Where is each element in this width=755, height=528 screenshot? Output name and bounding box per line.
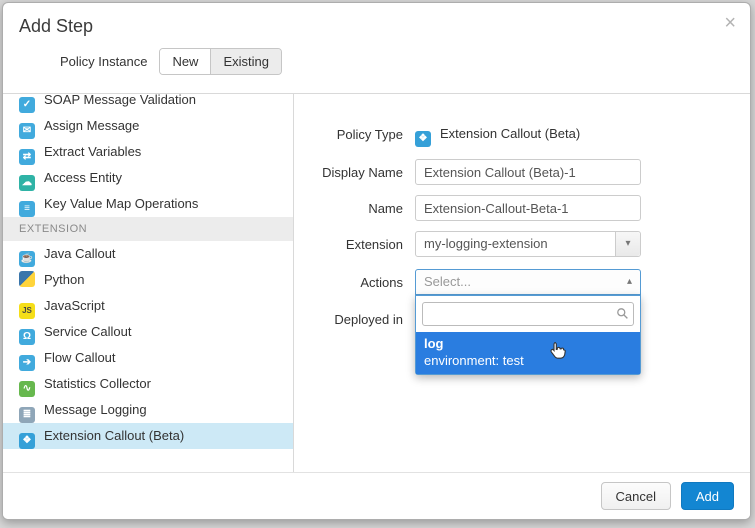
extension-row: Extension my-logging-extension ▾	[294, 231, 750, 257]
sidebar-item-label: JavaScript	[44, 298, 105, 313]
policy-instance-new-button[interactable]: New	[160, 49, 210, 74]
statistics-collector-icon: ∿	[19, 381, 35, 397]
actions-row: Actions Select... ▴	[294, 269, 750, 295]
sidebar-item-message-logging[interactable]: ≣ Message Logging	[3, 397, 293, 423]
policy-instance-row: Policy Instance New Existing	[3, 43, 750, 79]
sidebar-item-label: SOAP Message Validation	[44, 94, 196, 107]
sidebar-item-python[interactable]: Python	[3, 267, 293, 293]
policy-type-row: Policy Type ❖ Extension Callout (Beta)	[294, 121, 750, 147]
policy-type-text: Extension Callout (Beta)	[440, 126, 580, 141]
python-icon	[19, 271, 35, 287]
option-name: log	[424, 335, 632, 352]
sidebar-item-label: Python	[44, 272, 84, 287]
key-value-map-icon: ≡	[19, 201, 35, 217]
actions-dropdown-panel: log environment: test	[415, 295, 641, 375]
sidebar-item-label: Statistics Collector	[44, 376, 151, 391]
sidebar-item-extension-callout-beta[interactable]: ❖ Extension Callout (Beta)	[3, 423, 293, 449]
sidebar-item-service-callout[interactable]: Ω Service Callout	[3, 319, 293, 345]
cancel-button[interactable]: Cancel	[601, 482, 671, 510]
actions-select[interactable]: Select... ▴	[415, 269, 641, 295]
deployed-in-label: Deployed in	[294, 312, 403, 327]
extract-variables-icon: ⇄	[19, 149, 35, 165]
access-entity-icon: ☁	[19, 175, 35, 191]
actions-label: Actions	[294, 275, 403, 290]
display-name-input[interactable]	[415, 159, 641, 185]
javascript-icon: JS	[19, 303, 35, 319]
name-row: Name	[294, 195, 750, 221]
modal-header: Add Step ×	[3, 3, 750, 43]
chevron-up-icon: ▴	[627, 270, 632, 294]
sidebar-item-label: Extract Variables	[44, 144, 141, 159]
display-name-row: Display Name	[294, 159, 750, 185]
sidebar-item-statistics-collector[interactable]: ∿ Statistics Collector	[3, 371, 293, 397]
sidebar-item-java-callout[interactable]: ☕ Java Callout	[3, 241, 293, 267]
sidebar-item-extract-variables[interactable]: ⇄ Extract Variables	[3, 139, 293, 165]
name-label: Name	[294, 201, 403, 216]
sidebar-item-label: Flow Callout	[44, 350, 116, 365]
chevron-down-icon: ▾	[615, 232, 640, 256]
modal-content: ✓ SOAP Message Validation ✉ Assign Message…	[3, 93, 750, 473]
policy-form: Policy Type ❖ Extension Callout (Beta) Di…	[294, 94, 750, 473]
sidebar-item-label: Access Entity	[44, 170, 122, 185]
policy-type-icon: ❖	[415, 131, 431, 147]
actions-option-log[interactable]: log environment: test	[416, 332, 640, 374]
add-step-modal: Add Step × Policy Instance New Existing …	[2, 2, 751, 520]
policy-type-label: Policy Type	[294, 127, 403, 142]
sidebar-item-key-value-map-operations[interactable]: ≡ Key Value Map Operations	[3, 191, 293, 217]
service-callout-icon: Ω	[19, 329, 35, 345]
modal-footer: Cancel Add	[3, 472, 750, 519]
display-name-label: Display Name	[294, 165, 403, 180]
message-logging-icon: ≣	[19, 407, 35, 423]
sidebar-item-label: Service Callout	[44, 324, 131, 339]
option-detail: environment: test	[424, 352, 632, 369]
policy-instance-toggle: New Existing	[159, 48, 282, 75]
extension-select-value: my-logging-extension	[416, 232, 640, 256]
actions-select-placeholder: Select...	[416, 270, 640, 294]
sidebar-item-soap-message-validation[interactable]: ✓ SOAP Message Validation	[3, 94, 293, 113]
sidebar-item-label: Assign Message	[44, 118, 139, 133]
modal-title: Add Step	[19, 16, 734, 37]
sidebar-item-label: Java Callout	[44, 246, 116, 261]
dropdown-search-input[interactable]	[422, 302, 634, 326]
extension-section-header: EXTENSION	[3, 217, 293, 241]
sidebar-item-assign-message[interactable]: ✉ Assign Message	[3, 113, 293, 139]
soap-validation-icon: ✓	[19, 97, 35, 113]
policy-instance-existing-button[interactable]: Existing	[210, 49, 281, 74]
extension-callout-icon: ❖	[19, 433, 35, 449]
add-button[interactable]: Add	[681, 482, 734, 510]
sidebar-item-javascript[interactable]: JS JavaScript	[3, 293, 293, 319]
close-icon[interactable]: ×	[724, 13, 736, 33]
policy-instance-label: Policy Instance	[60, 54, 147, 69]
sidebar-item-label: Extension Callout (Beta)	[44, 428, 184, 443]
assign-message-icon: ✉	[19, 123, 35, 139]
sidebar-item-label: Key Value Map Operations	[44, 196, 198, 211]
extension-label: Extension	[294, 237, 403, 252]
extension-select[interactable]: my-logging-extension ▾	[415, 231, 641, 257]
policy-list: ✓ SOAP Message Validation ✉ Assign Message…	[3, 94, 294, 473]
sidebar-item-label: Message Logging	[44, 402, 147, 417]
sidebar-item-access-entity[interactable]: ☁ Access Entity	[3, 165, 293, 191]
policy-type-value: ❖ Extension Callout (Beta)	[415, 126, 580, 147]
java-callout-icon: ☕	[19, 251, 35, 267]
sidebar-item-flow-callout[interactable]: ➔ Flow Callout	[3, 345, 293, 371]
flow-callout-icon: ➔	[19, 355, 35, 371]
dropdown-search	[422, 302, 634, 326]
name-input[interactable]	[415, 195, 641, 221]
search-icon	[616, 307, 629, 325]
